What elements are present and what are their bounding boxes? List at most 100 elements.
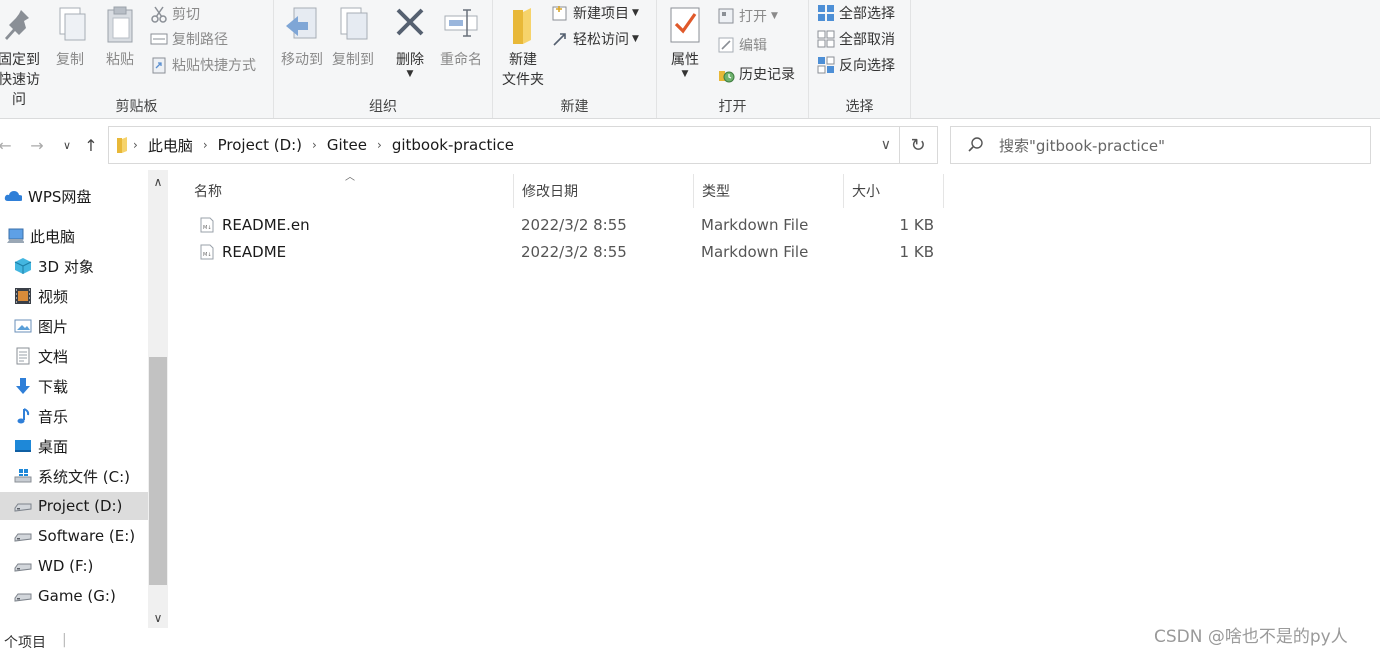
- file-modified: 2022/3/2 8:55: [521, 243, 627, 261]
- music-icon: [17, 408, 30, 424]
- open-icon: [718, 8, 734, 24]
- sidebar-item-videos[interactable]: 视频: [0, 282, 148, 310]
- breadcrumb-gitbook-practice[interactable]: gitbook-practice: [392, 136, 514, 154]
- sidebar-scrollbar[interactable]: ∧ ∨: [148, 170, 168, 628]
- column-header-modified[interactable]: 修改日期: [514, 174, 694, 208]
- search-placeholder: 搜索"gitbook-practice": [999, 136, 1165, 155]
- scissors-icon: [151, 6, 167, 23]
- history-icon: [719, 71, 735, 83]
- table-row[interactable]: M↓ README 2022/3/2 8:55 Markdown File 1 …: [192, 239, 944, 265]
- documents-icon: [16, 347, 30, 365]
- file-name: README: [222, 243, 287, 261]
- file-name: README.en: [222, 216, 310, 234]
- select-none-button[interactable]: 全部取消: [817, 28, 895, 50]
- arrow-right-icon: →: [30, 135, 44, 155]
- sidebar-item-game-drive[interactable]: Game (G:): [0, 582, 148, 610]
- navigation-bar: ← → ∨ ↑ › 此电脑 › Project (D:) › Gitee › g…: [0, 126, 1380, 164]
- 3d-objects-icon: [14, 258, 32, 274]
- sidebar-item-documents[interactable]: 文档: [0, 342, 148, 370]
- status-divider: |: [62, 632, 67, 648]
- download-icon: [16, 378, 30, 394]
- scrollbar-thumb[interactable]: [149, 357, 167, 585]
- copy-icon: [59, 7, 86, 41]
- breadcrumb-gitee[interactable]: Gitee: [327, 136, 367, 154]
- sidebar-item-desktop[interactable]: 桌面: [0, 432, 148, 460]
- copy-to-button[interactable]: 复制到: [328, 4, 378, 70]
- breadcrumb-separator-icon: ›: [202, 138, 208, 152]
- select-all-icon: [818, 5, 834, 21]
- refresh-button[interactable]: ↻: [899, 126, 938, 164]
- scroll-down-button[interactable]: ∨: [148, 608, 168, 628]
- table-row[interactable]: M↓ README.en 2022/3/2 8:55 Markdown File…: [192, 212, 944, 238]
- open-button[interactable]: 打开 ▼: [717, 5, 778, 27]
- chevron-down-icon: ▼: [771, 11, 778, 21]
- rename-button[interactable]: 重命名: [436, 4, 486, 70]
- sidebar-item-downloads[interactable]: 下载: [0, 372, 148, 400]
- new-folder-button[interactable]: 新建 文件夹: [497, 4, 549, 90]
- new-item-icon: [552, 6, 567, 21]
- forward-button[interactable]: →: [26, 134, 48, 156]
- search-box[interactable]: 搜索"gitbook-practice": [950, 126, 1371, 164]
- sidebar-item-music[interactable]: 音乐: [0, 402, 148, 430]
- easy-access-button[interactable]: 轻松访问 ▼: [551, 28, 639, 50]
- file-size: 1 KB: [899, 216, 934, 234]
- breadcrumb-separator-icon: ›: [312, 138, 317, 152]
- item-count: 个项目: [4, 635, 46, 651]
- markdown-file-icon: M↓: [200, 217, 214, 233]
- group-label-select: 选择: [845, 99, 874, 115]
- markdown-file-icon: M↓: [200, 244, 214, 260]
- drive-icon: [14, 503, 32, 512]
- column-header-name[interactable]: 名称: [186, 174, 514, 208]
- delete-dropdown-icon: ▼: [406, 69, 414, 79]
- address-bar[interactable]: › 此电脑 › Project (D:) › Gitee › gitbook-p…: [108, 126, 900, 164]
- group-organize: 移动到 复制到 删除 ▼ 重命名 组织: [274, 0, 493, 118]
- select-all-button[interactable]: 全部选择: [817, 2, 895, 24]
- chevron-up-icon: ∧: [153, 175, 163, 189]
- sidebar-item-this-pc[interactable]: 此电脑: [0, 222, 148, 250]
- easy-access-icon: [553, 33, 566, 46]
- breadcrumb-project-drive[interactable]: Project (D:): [218, 136, 302, 154]
- paste-shortcut-button[interactable]: 粘贴快捷方式: [150, 54, 256, 76]
- invert-selection-button[interactable]: 反向选择: [817, 54, 895, 76]
- column-header-size[interactable]: 大小: [844, 174, 944, 208]
- svg-text:M↓: M↓: [203, 225, 212, 231]
- file-modified: 2022/3/2 8:55: [521, 216, 627, 234]
- up-button[interactable]: ↑: [80, 134, 102, 156]
- history-button[interactable]: 历史记录: [717, 63, 795, 85]
- delete-button[interactable]: 删除 ▼: [388, 4, 432, 79]
- sidebar-item-pictures[interactable]: 图片: [0, 312, 148, 340]
- move-to-button[interactable]: 移动到: [278, 4, 326, 70]
- sidebar-item-project-drive[interactable]: Project (D:): [0, 492, 148, 520]
- rename-icon: [444, 9, 478, 37]
- sidebar-item-wps-cloud[interactable]: WPS网盘: [0, 182, 148, 210]
- new-item-button[interactable]: 新建项目 ▼: [551, 2, 639, 24]
- properties-check-icon: [670, 7, 700, 43]
- paste-button[interactable]: 粘贴: [100, 4, 140, 70]
- edit-button[interactable]: 编辑: [717, 34, 767, 56]
- folder-icon: [513, 8, 531, 44]
- edit-icon: [718, 37, 734, 53]
- watermark: CSDN @啥也不是的py人: [1154, 627, 1348, 647]
- back-button[interactable]: ←: [0, 134, 16, 156]
- chevron-down-icon: ∨: [153, 611, 163, 625]
- group-label-clipboard: 剪贴板: [115, 99, 158, 115]
- copy-path-button[interactable]: 复制路径: [150, 28, 228, 50]
- sidebar-item-software-drive[interactable]: Software (E:): [0, 522, 148, 550]
- drive-icon: [14, 593, 32, 602]
- recent-locations-button[interactable]: ∨: [56, 134, 78, 156]
- pin-quick-access-button[interactable]: 固定到 快速访问: [0, 4, 46, 110]
- sidebar-item-3d-objects[interactable]: 3D 对象: [0, 252, 148, 280]
- sidebar-item-wd-drive[interactable]: WD (F:): [0, 552, 148, 580]
- folder-icon: [117, 137, 127, 153]
- address-dropdown-icon[interactable]: ∨: [881, 137, 891, 153]
- sidebar-item-system-drive[interactable]: 系统文件 (C:): [0, 462, 148, 490]
- scroll-up-button[interactable]: ∧: [148, 172, 168, 192]
- ribbon: 固定到 快速访问 复制 粘贴 剪切 复制路径 粘贴快捷方式 剪贴板 移动到 复制…: [0, 0, 1380, 119]
- column-header-type[interactable]: 类型: [694, 174, 844, 208]
- cut-button[interactable]: 剪切: [150, 3, 200, 25]
- breadcrumb-this-pc[interactable]: 此电脑: [148, 135, 193, 156]
- file-list: ︿ 名称 修改日期 类型 大小 M↓ README.en 2022/3/2 8:…: [168, 170, 1380, 628]
- copy-button[interactable]: 复制: [50, 4, 90, 70]
- properties-button[interactable]: 属性 ▼: [665, 4, 705, 79]
- arrow-up-icon: ↑: [84, 135, 98, 155]
